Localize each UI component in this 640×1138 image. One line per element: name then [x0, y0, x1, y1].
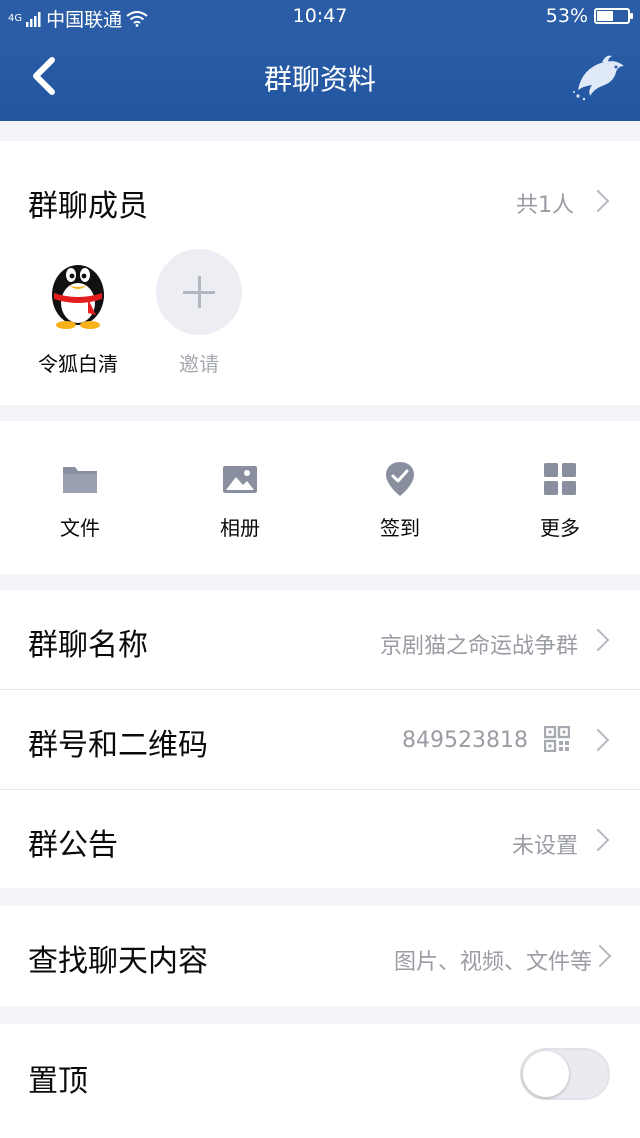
qq-penguin-icon [52, 265, 104, 329]
row-value: 图片、视频、文件等 [393, 950, 592, 975]
qr-code-icon [544, 726, 570, 752]
battery-percent: 53% [545, 5, 588, 27]
chevron-right-icon [586, 828, 610, 852]
member-avatar[interactable] [38, 249, 118, 329]
chevron-right-icon[interactable] [586, 189, 610, 213]
action-label: 更多 [540, 516, 580, 540]
status-time: 10:47 [292, 5, 348, 27]
status-right: 53% [545, 5, 633, 27]
status-bar: 4G 中国联通 10:47 53% [0, 0, 640, 32]
group-info-list: 群聊名称 京剧猫之命运战争群 群号和二维码 849523818 群公告 未设置 [0, 590, 640, 888]
row-title: 查找聊天内容 [28, 944, 208, 979]
dolphin-button[interactable] [572, 52, 628, 102]
action-more[interactable]: 更多 [480, 421, 640, 574]
row-title: 群聊名称 [28, 628, 148, 663]
battery-fill [597, 11, 613, 21]
action-label: 文件 [60, 516, 100, 540]
members-title[interactable]: 群聊成员 [28, 181, 148, 225]
row-title: 群号和二维码 [28, 728, 208, 763]
image-icon [223, 466, 257, 493]
row-group-number[interactable]: 群号和二维码 849523818 [0, 690, 640, 789]
search-history-section: 查找聊天内容 图片、视频、文件等 [0, 906, 640, 1006]
quick-actions: 文件 相册 签到 更多 [0, 421, 640, 574]
row-value: 京剧猫之命运战争群 [379, 634, 578, 659]
row-group-name[interactable]: 群聊名称 京剧猫之命运战争群 [0, 590, 640, 689]
pin-toggle[interactable] [520, 1048, 610, 1100]
row-announcement[interactable]: 群公告 未设置 [0, 790, 640, 889]
dolphin-icon [573, 55, 624, 101]
pin-section: 置顶 [0, 1024, 640, 1138]
row-title: 置顶 [28, 1064, 88, 1099]
grid-icon [544, 463, 576, 495]
members-section: 群聊成员 共1人 令狐白清 邀请 [0, 141, 640, 405]
chevron-right-icon [586, 728, 610, 752]
row-pin: 置顶 [0, 1024, 640, 1123]
folder-icon [63, 467, 97, 493]
row-value: 未设置 [511, 834, 578, 859]
battery-icon [594, 8, 633, 24]
toggle-knob [523, 1051, 569, 1097]
members-count[interactable]: 共1人 [516, 187, 574, 219]
member-name[interactable]: 令狐白清 [32, 348, 124, 377]
nav-bar: 群聊资料 [0, 32, 640, 121]
row-search-chat[interactable]: 查找聊天内容 图片、视频、文件等 [0, 906, 640, 1005]
page-title: 群聊资料 [263, 63, 376, 96]
row-value: 849523818 [402, 728, 528, 753]
action-checkin[interactable]: 签到 [320, 421, 480, 574]
row-title: 群公告 [28, 828, 118, 863]
action-files[interactable]: 文件 [0, 421, 160, 574]
chevron-right-icon [586, 628, 610, 652]
invite-button[interactable] [156, 249, 242, 335]
invite-label[interactable]: 邀请 [156, 348, 242, 377]
location-check-icon [386, 462, 414, 496]
action-label: 签到 [380, 516, 420, 540]
action-album[interactable]: 相册 [160, 421, 320, 574]
action-label: 相册 [220, 516, 260, 540]
chevron-right-icon [588, 944, 612, 968]
